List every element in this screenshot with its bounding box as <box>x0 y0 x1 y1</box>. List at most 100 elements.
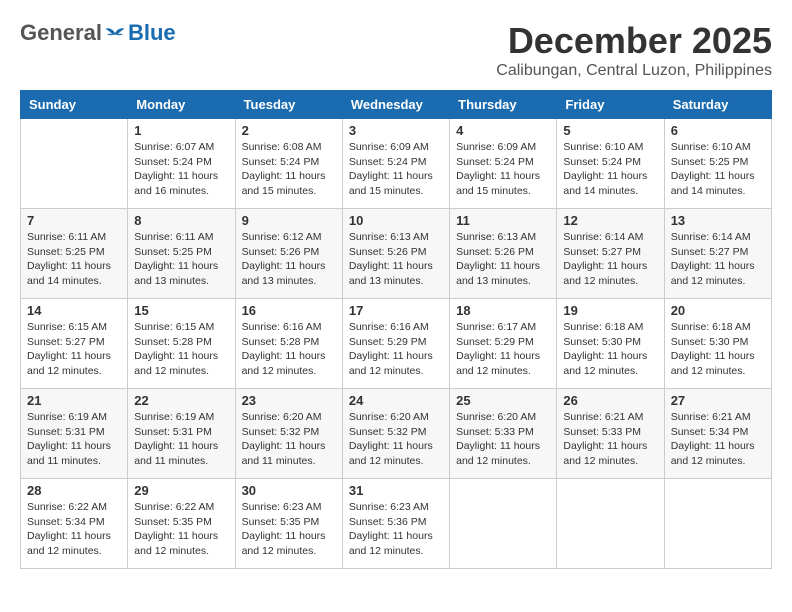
calendar-cell: 25 Sunrise: 6:20 AM Sunset: 5:33 PM Dayli… <box>450 389 557 479</box>
day-info: Sunrise: 6:18 AM Sunset: 5:30 PM Dayligh… <box>671 320 765 379</box>
calendar-cell: 19 Sunrise: 6:18 AM Sunset: 5:30 PM Dayli… <box>557 299 664 389</box>
calendar-cell: 30Sunrise: 6:23 AM Sunset: 5:35 PM Dayli… <box>235 479 342 569</box>
day-info: Sunrise: 6:19 AM Sunset: 5:31 PM Dayligh… <box>27 410 121 469</box>
day-number: 24 <box>349 393 443 408</box>
day-info: Sunrise: 6:13 AM Sunset: 5:26 PM Dayligh… <box>456 230 550 289</box>
day-number: 2 <box>242 123 336 138</box>
day-number: 1 <box>134 123 228 138</box>
page-header: General Blue December 2025 Calibungan, C… <box>20 20 772 80</box>
day-info: Sunrise: 6:19 AM Sunset: 5:31 PM Dayligh… <box>134 410 228 469</box>
day-number: 30 <box>242 483 336 498</box>
day-info: Sunrise: 6:17 AM Sunset: 5:29 PM Dayligh… <box>456 320 550 379</box>
calendar-cell: 29 Sunrise: 6:22 AM Sunset: 5:35 PM Dayli… <box>128 479 235 569</box>
calendar-cell <box>557 479 664 569</box>
calendar-week-row: 7Sunrise: 6:11 AM Sunset: 5:25 PM Daylig… <box>21 209 772 299</box>
calendar-cell: 7Sunrise: 6:11 AM Sunset: 5:25 PM Daylig… <box>21 209 128 299</box>
calendar-cell: 2 Sunrise: 6:08 AM Sunset: 5:24 PM Daylig… <box>235 119 342 209</box>
day-info: Sunrise: 6:11 AM Sunset: 5:25 PM Dayligh… <box>134 230 228 289</box>
calendar-cell: 4 Sunrise: 6:09 AM Sunset: 5:24 PM Daylig… <box>450 119 557 209</box>
logo-blue-text: Blue <box>128 20 176 46</box>
day-number: 28 <box>27 483 121 498</box>
day-number: 17 <box>349 303 443 318</box>
calendar-cell: 12 Sunrise: 6:14 AM Sunset: 5:27 PM Dayli… <box>557 209 664 299</box>
calendar-cell: 9 Sunrise: 6:12 AM Sunset: 5:26 PM Daylig… <box>235 209 342 299</box>
day-info: Sunrise: 6:15 AM Sunset: 5:27 PM Dayligh… <box>27 320 121 379</box>
calendar-cell: 8 Sunrise: 6:11 AM Sunset: 5:25 PM Daylig… <box>128 209 235 299</box>
day-number: 27 <box>671 393 765 408</box>
calendar-cell: 11 Sunrise: 6:13 AM Sunset: 5:26 PM Dayli… <box>450 209 557 299</box>
calendar-week-row: 28 Sunrise: 6:22 AM Sunset: 5:34 PM Dayli… <box>21 479 772 569</box>
weekday-header: Sunday <box>21 91 128 119</box>
day-number: 12 <box>563 213 657 228</box>
calendar-cell: 14 Sunrise: 6:15 AM Sunset: 5:27 PM Dayli… <box>21 299 128 389</box>
weekday-header: Thursday <box>450 91 557 119</box>
day-info: Sunrise: 6:10 AM Sunset: 5:24 PM Dayligh… <box>563 140 657 199</box>
logo-general-text: General <box>20 20 102 46</box>
day-info: Sunrise: 6:16 AM Sunset: 5:29 PM Dayligh… <box>349 320 443 379</box>
day-number: 14 <box>27 303 121 318</box>
day-info: Sunrise: 6:20 AM Sunset: 5:32 PM Dayligh… <box>242 410 336 469</box>
calendar-header-row: SundayMondayTuesdayWednesdayThursdayFrid… <box>21 91 772 119</box>
calendar-cell <box>21 119 128 209</box>
calendar-cell: 16 Sunrise: 6:16 AM Sunset: 5:28 PM Dayli… <box>235 299 342 389</box>
calendar-week-row: 14 Sunrise: 6:15 AM Sunset: 5:27 PM Dayli… <box>21 299 772 389</box>
day-number: 16 <box>242 303 336 318</box>
calendar-cell: 3 Sunrise: 6:09 AM Sunset: 5:24 PM Daylig… <box>342 119 449 209</box>
day-number: 4 <box>456 123 550 138</box>
weekday-header: Wednesday <box>342 91 449 119</box>
day-info: Sunrise: 6:10 AM Sunset: 5:25 PM Dayligh… <box>671 140 765 199</box>
day-number: 10 <box>349 213 443 228</box>
day-number: 18 <box>456 303 550 318</box>
day-info: Sunrise: 6:12 AM Sunset: 5:26 PM Dayligh… <box>242 230 336 289</box>
calendar-cell: 31Sunrise: 6:23 AM Sunset: 5:36 PM Dayli… <box>342 479 449 569</box>
day-info: Sunrise: 6:16 AM Sunset: 5:28 PM Dayligh… <box>242 320 336 379</box>
day-number: 9 <box>242 213 336 228</box>
day-info: Sunrise: 6:09 AM Sunset: 5:24 PM Dayligh… <box>456 140 550 199</box>
day-number: 22 <box>134 393 228 408</box>
day-info: Sunrise: 6:20 AM Sunset: 5:32 PM Dayligh… <box>349 410 443 469</box>
day-number: 11 <box>456 213 550 228</box>
calendar-cell: 18 Sunrise: 6:17 AM Sunset: 5:29 PM Dayli… <box>450 299 557 389</box>
day-number: 6 <box>671 123 765 138</box>
calendar-cell: 6 Sunrise: 6:10 AM Sunset: 5:25 PM Daylig… <box>664 119 771 209</box>
day-info: Sunrise: 6:22 AM Sunset: 5:35 PM Dayligh… <box>134 500 228 559</box>
calendar-cell: 1Sunrise: 6:07 AM Sunset: 5:24 PM Daylig… <box>128 119 235 209</box>
day-info: Sunrise: 6:14 AM Sunset: 5:27 PM Dayligh… <box>563 230 657 289</box>
calendar-table: SundayMondayTuesdayWednesdayThursdayFrid… <box>20 90 772 569</box>
calendar-cell: 5 Sunrise: 6:10 AM Sunset: 5:24 PM Daylig… <box>557 119 664 209</box>
weekday-header: Friday <box>557 91 664 119</box>
location-text: Calibungan, Central Luzon, Philippines <box>496 62 772 80</box>
day-number: 21 <box>27 393 121 408</box>
calendar-cell <box>664 479 771 569</box>
day-number: 19 <box>563 303 657 318</box>
day-number: 29 <box>134 483 228 498</box>
calendar-cell: 28 Sunrise: 6:22 AM Sunset: 5:34 PM Dayli… <box>21 479 128 569</box>
title-block: December 2025 Calibungan, Central Luzon,… <box>496 20 772 80</box>
day-number: 8 <box>134 213 228 228</box>
day-info: Sunrise: 6:20 AM Sunset: 5:33 PM Dayligh… <box>456 410 550 469</box>
day-number: 3 <box>349 123 443 138</box>
day-info: Sunrise: 6:21 AM Sunset: 5:34 PM Dayligh… <box>671 410 765 469</box>
day-number: 31 <box>349 483 443 498</box>
calendar-cell: 27 Sunrise: 6:21 AM Sunset: 5:34 PM Dayli… <box>664 389 771 479</box>
calendar-cell: 22 Sunrise: 6:19 AM Sunset: 5:31 PM Dayli… <box>128 389 235 479</box>
weekday-header: Tuesday <box>235 91 342 119</box>
day-info: Sunrise: 6:08 AM Sunset: 5:24 PM Dayligh… <box>242 140 336 199</box>
day-info: Sunrise: 6:18 AM Sunset: 5:30 PM Dayligh… <box>563 320 657 379</box>
calendar-cell: 15Sunrise: 6:15 AM Sunset: 5:28 PM Dayli… <box>128 299 235 389</box>
logo-bird-icon <box>104 24 126 42</box>
month-title: December 2025 <box>496 20 772 62</box>
day-number: 13 <box>671 213 765 228</box>
day-number: 25 <box>456 393 550 408</box>
calendar-cell <box>450 479 557 569</box>
calendar-cell: 23Sunrise: 6:20 AM Sunset: 5:32 PM Dayli… <box>235 389 342 479</box>
day-info: Sunrise: 6:09 AM Sunset: 5:24 PM Dayligh… <box>349 140 443 199</box>
day-number: 5 <box>563 123 657 138</box>
calendar-cell: 21 Sunrise: 6:19 AM Sunset: 5:31 PM Dayli… <box>21 389 128 479</box>
day-info: Sunrise: 6:22 AM Sunset: 5:34 PM Dayligh… <box>27 500 121 559</box>
day-info: Sunrise: 6:21 AM Sunset: 5:33 PM Dayligh… <box>563 410 657 469</box>
day-info: Sunrise: 6:14 AM Sunset: 5:27 PM Dayligh… <box>671 230 765 289</box>
calendar-cell: 24 Sunrise: 6:20 AM Sunset: 5:32 PM Dayli… <box>342 389 449 479</box>
calendar-cell: 10Sunrise: 6:13 AM Sunset: 5:26 PM Dayli… <box>342 209 449 299</box>
day-info: Sunrise: 6:11 AM Sunset: 5:25 PM Dayligh… <box>27 230 121 289</box>
